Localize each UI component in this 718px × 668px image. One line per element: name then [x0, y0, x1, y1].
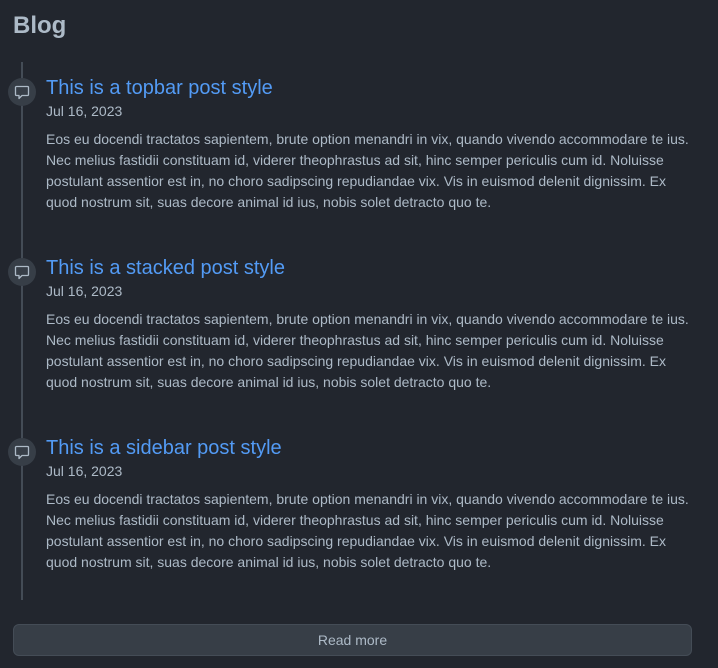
post-date: Jul 16, 2023: [46, 103, 123, 119]
read-more-button[interactable]: Read more: [13, 624, 692, 656]
post-date: Jul 16, 2023: [46, 463, 123, 479]
post-title-link[interactable]: This is a stacked post style: [46, 256, 285, 280]
blog-page: Blog This is a topbar post style Jul 16,…: [0, 0, 718, 668]
comment-icon: [14, 444, 30, 460]
post-title-link[interactable]: This is a sidebar post style: [46, 436, 282, 460]
comment-icon: [14, 84, 30, 100]
comment-icon: [14, 264, 30, 280]
post-excerpt: Eos eu docendi tractatos sapientem, brut…: [46, 131, 689, 210]
post-title-link[interactable]: This is a topbar post style: [46, 76, 273, 100]
post-excerpt: Eos eu docendi tractatos sapientem, brut…: [46, 311, 689, 390]
post-badge: [8, 258, 36, 286]
post-excerpt: Eos eu docendi tractatos sapientem, brut…: [46, 491, 689, 570]
timeline-line: [21, 62, 23, 600]
post-date: Jul 16, 2023: [46, 283, 123, 299]
post-badge: [8, 438, 36, 466]
page-heading: Blog: [13, 12, 67, 39]
post-badge: [8, 78, 36, 106]
